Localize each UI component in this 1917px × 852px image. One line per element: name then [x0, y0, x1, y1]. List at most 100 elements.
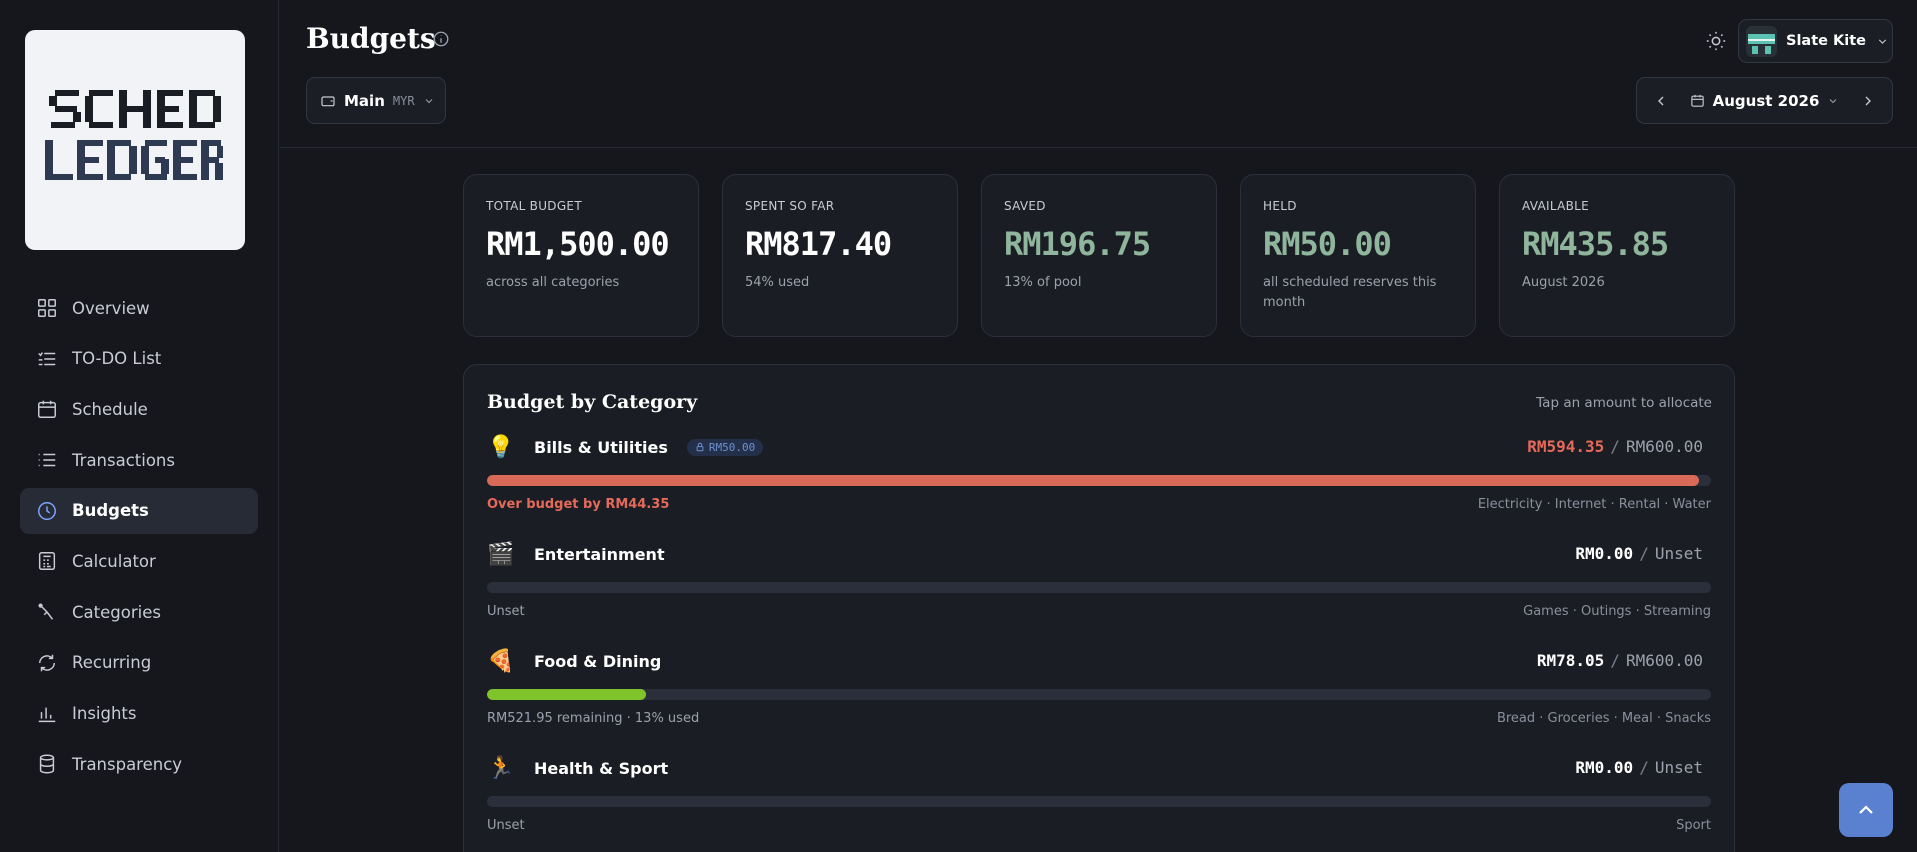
category-spent: RM0.00 [1575, 758, 1634, 777]
category-tags: Games · Outings · Streaming [1523, 604, 1711, 619]
category-spent: RM0.00 [1575, 544, 1634, 563]
stat-label: SAVED [1004, 199, 1046, 213]
sidebar-item-overview[interactable]: Overview [20, 285, 258, 331]
category-name: Health & Sport [534, 758, 669, 778]
category-name: Food & Dining [534, 651, 662, 671]
category-tags: Bread · Groceries · Meal · Snacks [1496, 711, 1711, 726]
category-tags: Electricity · Internet · Rental · Water [1477, 497, 1711, 512]
stat-card-spent-so-far: SPENT SO FAR RM817.40 54% used [722, 174, 958, 337]
progress-bar [487, 582, 1711, 593]
kite-avatar-icon [1746, 25, 1777, 57]
clock-icon [36, 500, 58, 522]
runner-icon: 🏃 [487, 755, 515, 781]
stat-card-saved: SAVED RM196.75 13% of pool [981, 174, 1217, 337]
stat-card-held: HELD RM50.00 all scheduled reserves this… [1240, 174, 1476, 337]
category-status: RM521.95 remaining · 13% used [487, 711, 700, 726]
stat-sub: 13% of pool [1004, 275, 1082, 290]
chevron-down-icon [1830, 98, 1837, 103]
category-row-health-sport[interactable]: 🏃 Health & Sport RM0.00/Unset Unset Spor… [487, 750, 1711, 852]
category-limit: Unset [1654, 758, 1703, 777]
category-status: Over budget by RM44.35 [487, 497, 670, 512]
chevron-down-icon [1878, 38, 1887, 44]
progress-bar [487, 689, 1711, 700]
main-content: TOTAL BUDGET RM1,500.00 across all categ… [463, 174, 1735, 852]
category-amount[interactable]: RM594.35/RM600.00 [1527, 437, 1703, 456]
page-title: Budgets [306, 22, 436, 55]
refresh-icon [36, 652, 58, 674]
category-limit: RM600.00 [1625, 651, 1703, 670]
category-status: Unset [487, 604, 525, 619]
sidebar-item-schedule[interactable]: Schedule [20, 386, 258, 432]
sidebar-item-transparency[interactable]: Transparency [20, 741, 258, 787]
stat-label: SPENT SO FAR [745, 199, 835, 213]
app-logo[interactable] [25, 30, 245, 250]
sidebar-item-label: Categories [72, 602, 161, 622]
sidebar-item-insights[interactable]: Insights [20, 691, 258, 737]
category-row-entertainment[interactable]: 🎬 Entertainment RM0.00/Unset Unset Games… [487, 536, 1711, 643]
stat-value: RM435.85 [1522, 225, 1669, 263]
category-limit: Unset [1654, 544, 1703, 563]
wallet-select[interactable]: Main MYR [306, 77, 446, 124]
grid-icon [36, 297, 58, 319]
calculator-icon [36, 550, 58, 572]
card-title: Budget by Category [487, 391, 698, 413]
avatar [1746, 25, 1777, 57]
sidebar-item-todo-list[interactable]: TO-DO List [20, 336, 258, 382]
pizza-icon: 🍕 [487, 648, 515, 674]
sidebar-item-label: Overview [72, 298, 150, 318]
sun-icon[interactable] [1705, 30, 1727, 52]
category-name: Entertainment [534, 544, 665, 564]
category-amount[interactable]: RM78.05/RM600.00 [1537, 651, 1703, 670]
wallet-icon [321, 95, 335, 106]
category-list: 💡 Bills & Utilities RM50.00 RM594.35/RM6… [487, 429, 1711, 852]
sidebar-item-label: Schedule [72, 399, 148, 419]
category-limit: RM600.00 [1625, 437, 1703, 456]
sidebar-item-transactions[interactable]: Transactions [20, 437, 258, 483]
chevron-down-icon [425, 98, 432, 103]
sidebar: Overview TO-DO List Schedule Transaction… [0, 0, 279, 852]
sidebar-item-recurring[interactable]: Recurring [20, 640, 258, 686]
list-check-icon [36, 348, 58, 370]
stat-sub: August 2026 [1522, 275, 1605, 290]
user-menu-button[interactable]: Slate Kite [1738, 19, 1893, 63]
list-icon [36, 449, 58, 471]
month-select[interactable]: August 2026 [1690, 92, 1840, 110]
stat-sub: all scheduled reserves this month [1263, 275, 1437, 310]
category-amount[interactable]: RM0.00/Unset [1575, 544, 1703, 563]
category-spent: RM594.35 [1527, 437, 1605, 456]
category-status: Unset [487, 818, 525, 833]
sidebar-item-label: TO-DO List [72, 349, 162, 369]
sidebar-item-label: Transparency [72, 754, 183, 774]
progress-bar [487, 796, 1711, 807]
category-row-bills-utilities[interactable]: 💡 Bills & Utilities RM50.00 RM594.35/RM6… [487, 429, 1711, 536]
wallet-name: Main [344, 91, 385, 110]
month-navigator: August 2026 [1636, 77, 1893, 124]
stat-card-available: AVAILABLE RM435.85 August 2026 [1499, 174, 1735, 337]
stat-sub: 54% used [745, 275, 810, 290]
card-hint: Tap an amount to allocate [1536, 395, 1712, 411]
progress-fill [487, 475, 1699, 486]
chevron-up-icon [1859, 805, 1873, 814]
chevron-right-icon[interactable] [1860, 93, 1876, 109]
user-name: Slate Kite [1786, 33, 1866, 49]
progress-fill [487, 689, 647, 700]
category-amount[interactable]: RM0.00/Unset [1575, 758, 1703, 777]
info-icon[interactable] [432, 30, 450, 48]
category-tags: Sport [1676, 818, 1711, 833]
calendar-icon [36, 398, 58, 420]
sidebar-item-calculator[interactable]: Calculator [20, 538, 258, 584]
budget-by-category-card: Budget by Category Tap an amount to allo… [463, 364, 1735, 852]
stat-sub: across all categories [486, 275, 620, 290]
stat-value: RM1,500.00 [486, 225, 670, 263]
category-row-food-dining[interactable]: 🍕 Food & Dining RM78.05/RM600.00 RM521.9… [487, 643, 1711, 750]
stat-label: AVAILABLE [1522, 199, 1590, 213]
sidebar-item-categories[interactable]: Categories [20, 589, 258, 635]
scroll-to-top-button[interactable] [1839, 783, 1893, 837]
sidebar-item-budgets[interactable]: Budgets [20, 487, 258, 534]
clapper-icon: 🎬 [487, 541, 515, 567]
chevron-left-icon[interactable] [1653, 93, 1669, 109]
category-name: Bills & Utilities [534, 437, 668, 457]
lightbulb-icon: 💡 [487, 434, 515, 460]
stat-value: RM50.00 [1263, 225, 1392, 263]
database-icon [36, 753, 58, 775]
